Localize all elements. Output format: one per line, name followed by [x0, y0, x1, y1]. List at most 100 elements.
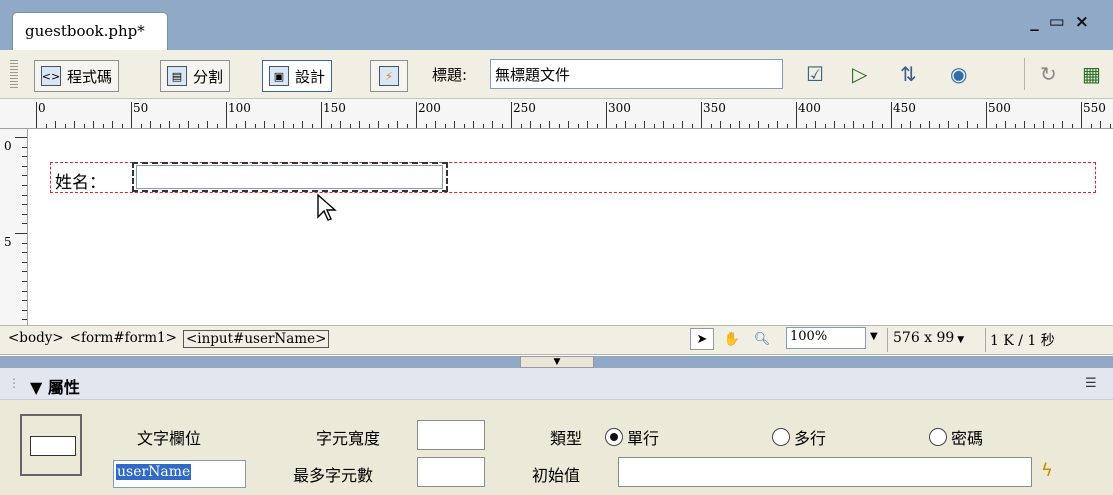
- design-view-button[interactable]: ▣ 設計: [262, 60, 333, 92]
- panel-options-icon[interactable]: ☰: [1085, 376, 1097, 391]
- toolbar-grip[interactable]: [10, 58, 18, 90]
- tag-form[interactable]: <form#form1>: [70, 330, 177, 348]
- max-chars-label: 最多字元數: [293, 466, 374, 485]
- code-icon: <>: [41, 66, 61, 86]
- ruler-tick: [767, 124, 769, 128]
- ruler-label: 550: [1083, 101, 1106, 115]
- ruler-tick: [891, 102, 892, 128]
- properties-header[interactable]: [0, 368, 1113, 400]
- ruler-label: 350: [703, 101, 726, 115]
- tag-body[interactable]: <body>: [8, 330, 64, 348]
- ruler-tick: [140, 124, 142, 128]
- ruler-tick: [482, 124, 484, 128]
- preview-globe-icon[interactable]: ◉: [950, 62, 967, 86]
- ruler-tick: [22, 194, 27, 196]
- properties-title[interactable]: ▼ 屬性: [30, 374, 80, 398]
- type-password-radio[interactable]: 密碼: [929, 425, 983, 449]
- ruler-tick: [748, 124, 750, 128]
- document-tab[interactable]: guestbook.php*: [12, 12, 168, 50]
- ruler-tick: [796, 102, 797, 128]
- radio-selected-icon: [605, 428, 623, 446]
- browser-check-icon[interactable]: ▷: [852, 62, 867, 86]
- ruler-tick: [22, 204, 27, 206]
- split-icon: ▤: [167, 66, 187, 86]
- ruler-tick: [169, 121, 170, 128]
- view-options-icon[interactable]: ▦: [1082, 62, 1101, 86]
- dynamic-data-icon[interactable]: ϟ: [1041, 460, 1053, 481]
- ruler-tick: [150, 121, 151, 128]
- char-width-input[interactable]: [417, 420, 485, 450]
- ruler-tick: [22, 281, 27, 282]
- ruler-tick: [340, 121, 341, 128]
- ruler-tick: [36, 102, 37, 128]
- ruler-tick: [653, 124, 655, 128]
- ruler-tick: [910, 121, 911, 128]
- ruler-tick: [530, 121, 531, 128]
- design-icon: ▣: [269, 66, 289, 86]
- tag-input[interactable]: <input#userName>: [182, 330, 330, 348]
- type-single-line-radio[interactable]: 單行: [605, 425, 659, 449]
- ruler-tick: [102, 124, 104, 128]
- restore-icon[interactable]: ▭: [1049, 12, 1075, 32]
- ruler-tick: [672, 124, 674, 128]
- hand-tool-icon[interactable]: ✋: [720, 328, 744, 350]
- ruler-tick: [881, 124, 883, 128]
- ruler-tick: [22, 261, 27, 263]
- live-view-icon: ⚡: [379, 66, 399, 86]
- ruler-label: 0: [4, 139, 12, 153]
- ruler-tick: [463, 124, 465, 128]
- ruler-tick: [22, 146, 27, 148]
- ruler-tick: [22, 165, 27, 167]
- ruler-tick: [976, 124, 978, 128]
- design-canvas[interactable]: [29, 130, 1113, 325]
- file-management-icon[interactable]: ⇅: [900, 62, 917, 86]
- split-view-button[interactable]: ▤ 分割: [160, 60, 231, 92]
- ruler-label: 50: [133, 101, 149, 115]
- live-view-button[interactable]: ⚡: [370, 60, 408, 92]
- status-divider: [887, 328, 888, 352]
- window-controls: _▭×: [1030, 12, 1099, 32]
- design-view-label: 設計: [295, 67, 326, 86]
- ruler-tick: [1109, 124, 1111, 128]
- ruler-tick: [368, 124, 370, 128]
- minimize-icon[interactable]: _: [1030, 12, 1049, 32]
- ruler-tick: [900, 124, 902, 128]
- ruler-tick: [511, 102, 512, 128]
- ruler-tick: [22, 213, 27, 215]
- init-value-input[interactable]: [618, 457, 1032, 487]
- ruler-label: 150: [323, 101, 346, 115]
- select-tool-icon[interactable]: ➤: [690, 328, 714, 350]
- zoom-select[interactable]: 100%: [786, 327, 866, 349]
- tag-selector: <body> <form#form1> <input#userName>: [8, 330, 330, 348]
- ruler-tick: [1005, 121, 1006, 128]
- ruler-tick: [22, 300, 27, 302]
- collapse-panel-handle[interactable]: ▼: [520, 356, 594, 368]
- name-text-field[interactable]: [136, 165, 443, 189]
- code-view-button[interactable]: <> 程式碼: [34, 60, 120, 92]
- code-view-label: 程式碼: [67, 67, 113, 86]
- panel-grip-icon[interactable]: ⋮: [8, 376, 20, 390]
- ruler-tick: [321, 102, 322, 128]
- ruler-tick: [615, 124, 617, 128]
- ruler-tick: [777, 121, 778, 128]
- type-option-multi: 多行: [794, 429, 827, 448]
- ruler-tick: [824, 124, 826, 128]
- ruler-tick: [995, 124, 997, 128]
- max-chars-input[interactable]: [417, 457, 485, 487]
- document-title-input[interactable]: 無標題文件: [490, 59, 783, 89]
- validate-icon[interactable]: ☑: [806, 62, 824, 86]
- field-id-input[interactable]: userName: [113, 460, 246, 488]
- ruler-label: 5: [4, 235, 12, 249]
- type-multi-line-radio[interactable]: 多行: [772, 425, 826, 449]
- text-field-preview: [30, 436, 76, 456]
- name-label: 姓名：: [55, 173, 106, 193]
- ruler-label: 100: [228, 101, 251, 115]
- ruler-tick: [492, 121, 493, 128]
- zoom-tool-icon[interactable]: 🔍︎: [750, 328, 774, 350]
- refresh-icon[interactable]: ↻: [1040, 62, 1057, 86]
- zoom-dropdown-icon[interactable]: ▼: [870, 331, 878, 342]
- close-icon[interactable]: ×: [1075, 12, 1099, 32]
- field-type-label: 文字欄位: [137, 429, 202, 448]
- window-size-select[interactable]: 576 x 99 ▼: [893, 330, 964, 346]
- ruler-tick: [93, 121, 94, 128]
